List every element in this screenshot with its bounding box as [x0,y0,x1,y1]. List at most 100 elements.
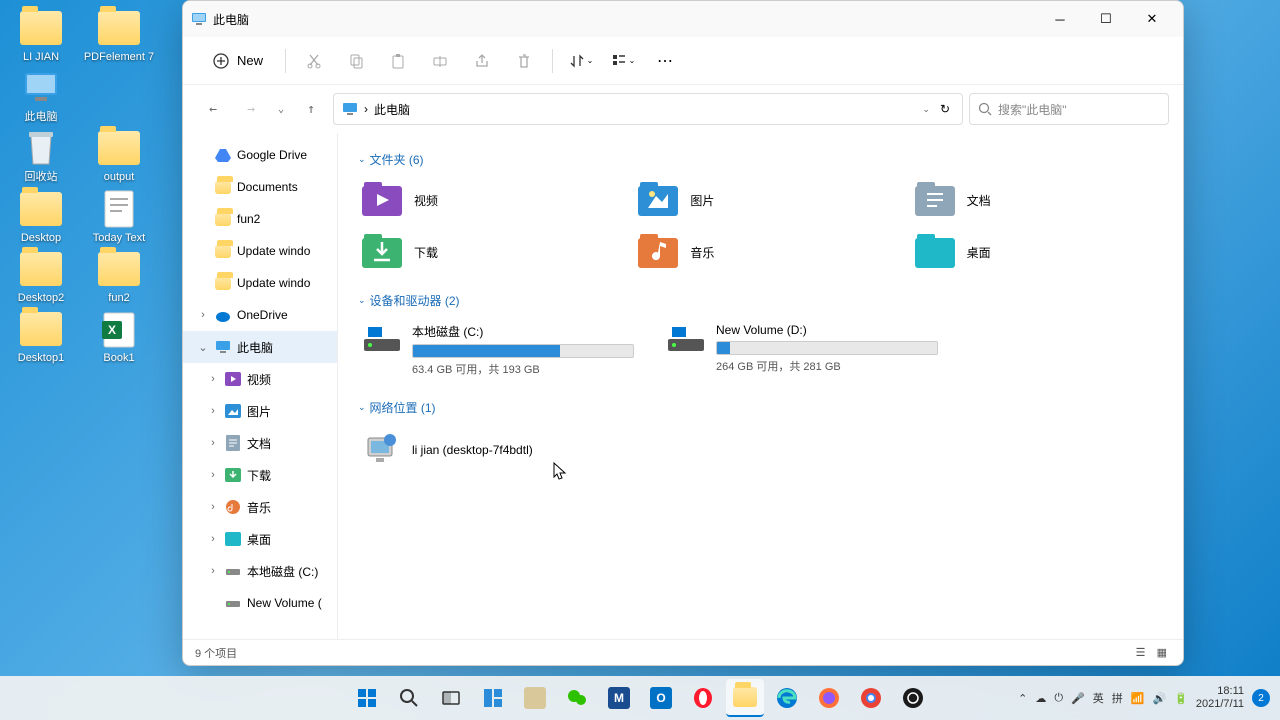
sidebar-item[interactable]: Documents [183,171,337,203]
view-button[interactable]: ⌄ [603,43,643,79]
ime-2[interactable]: 拼 [1112,690,1123,706]
drive-item[interactable]: New Volume (D:)264 GB 可用，共 281 GB [662,319,942,381]
battery-icon[interactable]: 🔋 [1174,692,1188,705]
tray-icon-1[interactable]: ☁ [1035,692,1046,705]
folder-videos[interactable]: 视频 [358,178,610,222]
sidebar-item[interactable]: ›本地磁盘 (C:) [183,555,337,587]
recent-button[interactable]: ⌄ [273,93,289,125]
share-button[interactable] [462,43,502,79]
sidebar-item[interactable]: New Volume ( [183,587,337,619]
desktop-icon[interactable]: 此电脑 [4,68,78,124]
drive-item[interactable]: 本地磁盘 (C:)63.4 GB 可用，共 193 GB [358,319,638,381]
sidebar-item[interactable]: ›文档 [183,427,337,459]
cut-button[interactable] [294,43,334,79]
network-location[interactable]: li jian (desktop-7f4bdtl) [358,426,1163,474]
share-icon [474,53,490,69]
taskbar[interactable]: M O ⌃ ☁ ⏻ 🎤 英 拼 📶 🔊 🔋 18:11 2021/7/11 2 [0,676,1280,720]
sidebar-item[interactable]: ⌄此电脑 [183,331,337,363]
desktop-icon[interactable]: output [82,128,156,184]
group-network[interactable]: ⌄网络位置 (1) [358,399,1163,416]
search-icon[interactable] [390,679,428,717]
pc-icon [191,11,207,27]
sidebar-item[interactable]: ›下载 [183,459,337,491]
folder-pictures[interactable]: 图片 [634,178,886,222]
rename-button[interactable] [420,43,460,79]
delete-button[interactable] [504,43,544,79]
desktop-icon[interactable]: LI JIAN [4,8,78,64]
forward-button[interactable]: → [235,93,267,125]
close-button[interactable]: ✕ [1129,1,1175,37]
file-explorer-icon[interactable] [726,679,764,717]
up-button[interactable]: ↑ [295,93,327,125]
desktop-icon[interactable]: PDFelement 7 [82,8,156,64]
nav-sidebar[interactable]: Google DriveDocumentsfun2Update windoUpd… [183,133,338,639]
notification-badge[interactable]: 2 [1252,689,1270,707]
start-button[interactable] [348,679,386,717]
obs-icon[interactable] [894,679,932,717]
folder-downloads[interactable]: 下载 [358,230,610,274]
group-drives[interactable]: ⌄设备和驱动器 (2) [358,292,1163,309]
volume-icon[interactable]: 🔊 [1152,692,1166,705]
desktop-icons: LI JIANPDFelement 7此电脑回收站outputDesktopTo… [0,0,180,373]
network-pc-icon [362,430,402,470]
clock[interactable]: 18:11 2021/7/11 [1196,685,1244,711]
back-button[interactable]: ← [197,93,229,125]
firefox-icon[interactable] [810,679,848,717]
edge-icon[interactable] [768,679,806,717]
outlook-icon[interactable]: O [642,679,680,717]
desktop-icon[interactable]: XBook1 [82,309,156,365]
sort-icon [569,53,585,69]
sidebar-item[interactable]: ›OneDrive [183,299,337,331]
sidebar-item[interactable]: fun2 [183,203,337,235]
paste-button[interactable] [378,43,418,79]
sidebar-item[interactable]: Google Drive [183,139,337,171]
new-button[interactable]: New [199,47,277,75]
more-button[interactable]: ⋯ [645,43,685,79]
minimize-button[interactable]: ─ [1037,1,1083,37]
opera-icon[interactable] [684,679,722,717]
view-icon [611,53,627,69]
mic-icon[interactable]: 🎤 [1071,692,1085,705]
pc-icon [342,101,358,117]
copy-button[interactable] [336,43,376,79]
cut-icon [306,53,322,69]
wechat-icon[interactable] [558,679,596,717]
content-pane[interactable]: ⌄文件夹 (6) 视频图片文档下载音乐桌面 ⌄设备和驱动器 (2) 本地磁盘 (… [338,133,1183,639]
desktop-icon[interactable]: Desktop2 [4,249,78,305]
folder-music[interactable]: 音乐 [634,230,886,274]
search-box[interactable]: 搜索"此电脑" [969,93,1169,125]
desktop-icon[interactable]: fun2 [82,249,156,305]
tiles-view-icon[interactable]: ▦ [1153,645,1171,661]
desktop-icon[interactable]: Desktop1 [4,309,78,365]
desktop-icon[interactable]: Desktop [4,189,78,245]
tray-icon-2[interactable]: ⏻ [1054,692,1063,705]
maximize-button[interactable]: ☐ [1083,1,1129,37]
breadcrumb-root[interactable]: 此电脑 [374,101,410,118]
sidebar-item[interactable]: ›桌面 [183,523,337,555]
maxthon-icon[interactable]: M [600,679,638,717]
widgets-icon[interactable] [474,679,512,717]
overflow-icon[interactable]: ⌃ [1018,692,1027,705]
chrome-icon[interactable] [852,679,890,717]
task-view-icon[interactable] [432,679,470,717]
sidebar-item[interactable]: ›图片 [183,395,337,427]
sort-button[interactable]: ⌄ [561,43,601,79]
sidebar-item[interactable]: ›音乐 [183,491,337,523]
desktop-icon[interactable]: Today Text [82,189,156,245]
sidebar-item[interactable]: Update windo [183,235,337,267]
wifi-icon[interactable]: 📶 [1131,692,1145,705]
sidebar-item[interactable]: ›视频 [183,363,337,395]
desktop-icon[interactable]: 回收站 [4,128,78,184]
folder-desktop[interactable]: 桌面 [911,230,1163,274]
title-bar[interactable]: 此电脑 ─ ☐ ✕ [183,1,1183,37]
refresh-button[interactable]: ↻ [936,102,954,116]
network-label: li jian (desktop-7f4bdtl) [412,443,533,457]
history-dropdown-icon[interactable]: ⌄ [922,104,930,115]
group-folders[interactable]: ⌄文件夹 (6) [358,151,1163,168]
app-icon-1[interactable] [516,679,554,717]
details-view-icon[interactable]: ☰ [1132,645,1150,661]
folder-documents[interactable]: 文档 [911,178,1163,222]
ime-1[interactable]: 英 [1093,690,1104,706]
sidebar-item[interactable]: Update windo [183,267,337,299]
address-bar[interactable]: › 此电脑 ⌄ ↻ [333,93,963,125]
